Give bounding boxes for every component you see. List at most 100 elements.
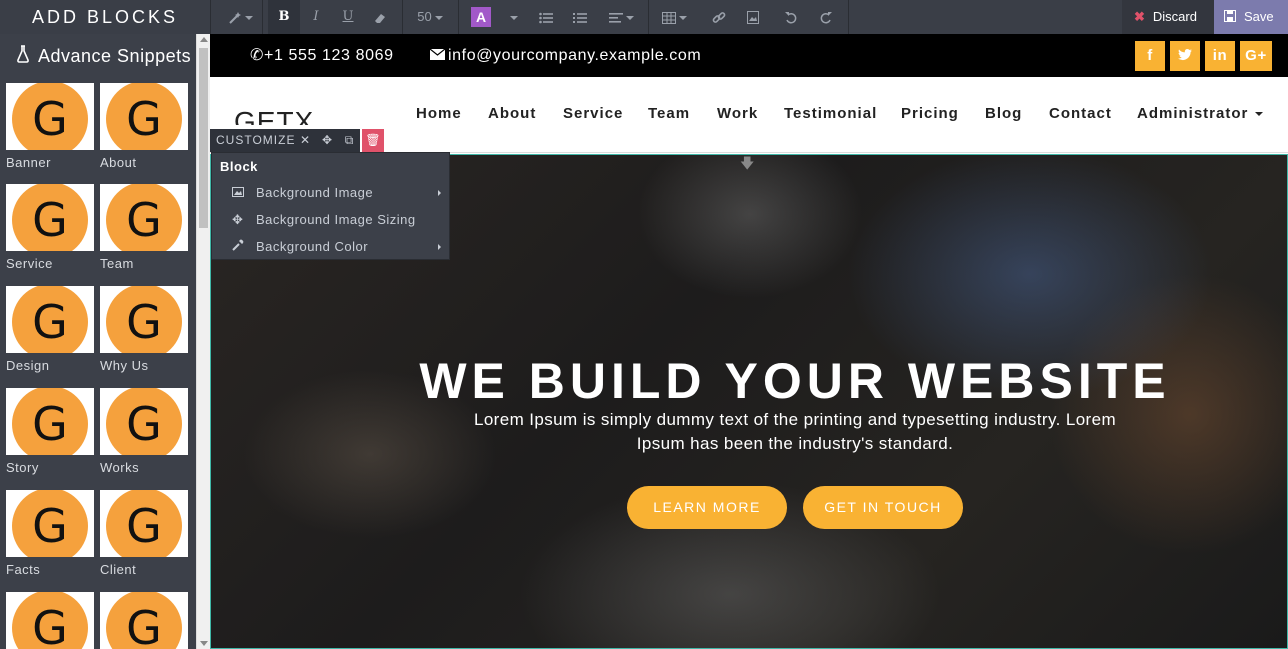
snippet-thumbnail: G (6, 490, 94, 557)
snippet-logo-icon: G (106, 286, 182, 353)
image-button[interactable] (742, 0, 764, 34)
italic-button[interactable]: I (300, 0, 332, 34)
snippet-thumbnail: G (100, 388, 188, 455)
nav-pricing[interactable]: Pricing (901, 105, 959, 122)
trash-icon[interactable]: 🗑 (362, 129, 384, 152)
picture-icon (232, 179, 244, 206)
facebook-icon[interactable]: f (1135, 41, 1165, 71)
close-icon[interactable]: ✕ (294, 129, 316, 152)
snippet-tile-service[interactable]: G Service (6, 184, 94, 272)
redo-icon (820, 12, 832, 24)
linkedin-icon[interactable]: in (1205, 41, 1235, 71)
snippet-tile-about[interactable]: G About (100, 83, 188, 171)
nav-work[interactable]: Work (717, 105, 758, 122)
nav-administrator[interactable]: Administrator (1137, 105, 1264, 122)
snippet-tile-design[interactable]: G Design (6, 286, 94, 374)
snippet-logo-icon: G (12, 83, 88, 150)
nav-team[interactable]: Team (648, 105, 690, 122)
snippet-logo-icon: G (106, 592, 182, 649)
snippet-tile-client[interactable]: G Client (100, 490, 188, 578)
nav-home[interactable]: Home (416, 105, 462, 122)
google-plus-icon[interactable]: G+ (1240, 41, 1272, 71)
duplicate-icon[interactable]: ⧉ (338, 129, 360, 152)
twitter-icon[interactable] (1170, 41, 1200, 71)
snippet-thumbnail: G (6, 592, 94, 649)
eraser-button[interactable] (364, 0, 396, 34)
move-icon[interactable]: ✥ (316, 129, 338, 152)
menu-item-background-image-sizing[interactable]: ✥ Background Image Sizing (212, 206, 449, 233)
site-logo[interactable]: GETX (234, 105, 314, 125)
customize-menu: Block Background Image ✥ Background Imag… (211, 152, 450, 260)
learn-more-button[interactable]: LEARN MORE (627, 486, 787, 529)
phone-info: ✆+1 555 123 8069 (250, 47, 394, 64)
snippet-tile[interactable]: G (6, 592, 94, 649)
snippet-label: Client (100, 562, 137, 577)
nav-contact[interactable]: Contact (1049, 105, 1112, 122)
snippet-label: Team (100, 256, 134, 271)
magic-wand-icon (228, 11, 241, 24)
unordered-list-button[interactable] (534, 0, 558, 34)
customize-button[interactable]: CUSTOMIZE (210, 129, 296, 152)
redo-button[interactable] (814, 0, 836, 34)
snippet-label: Banner (6, 155, 51, 170)
snippet-thumbnail: G (6, 286, 94, 353)
scrollbar-thumb[interactable] (199, 48, 208, 228)
snippet-label: Works (100, 460, 140, 475)
font-size-dropdown[interactable]: 50 (408, 0, 452, 34)
snippet-label: Service (6, 256, 53, 271)
snippet-tile-why-us[interactable]: G Why Us (100, 286, 188, 374)
bullet-list-icon (539, 12, 553, 23)
underline-button[interactable]: U (332, 0, 364, 34)
save-label: Save (1244, 9, 1274, 24)
undo-button[interactable] (780, 0, 802, 34)
menu-item-background-color[interactable]: Background Color (212, 233, 449, 260)
phone-icon: ✆ (250, 47, 265, 64)
hero-title: WE BUILD YOUR WEBSITE (419, 353, 1171, 409)
toolbar-divider (458, 0, 459, 34)
scroll-up-icon[interactable] (200, 37, 208, 42)
nav-testimonial[interactable]: Testimonial (784, 105, 877, 122)
toolbar-divider (648, 0, 649, 34)
text-color-icon: A (471, 7, 491, 27)
align-left-icon (608, 12, 623, 23)
snippet-label: Story (6, 460, 39, 475)
numbered-list-icon (573, 12, 587, 23)
ordered-list-button[interactable] (568, 0, 592, 34)
snippet-tile-team[interactable]: G Team (100, 184, 188, 272)
toolbar-divider (262, 0, 263, 34)
panel-scrollbar[interactable] (196, 34, 210, 649)
text-color-button[interactable]: A (470, 0, 492, 34)
snippet-tile-banner[interactable]: G Banner (6, 83, 94, 171)
snippet-logo-icon: G (12, 286, 88, 353)
get-in-touch-button[interactable]: GET IN TOUCH (803, 486, 963, 529)
scroll-down-icon[interactable] (200, 641, 208, 646)
snippet-tile-story[interactable]: G Story (6, 388, 94, 476)
font-size-value: 50 (417, 9, 432, 24)
editor-toolbar: ADD BLOCKS B I U 50 A ✖ Discard Save (0, 0, 1288, 34)
menu-item-background-image[interactable]: Background Image (212, 179, 449, 206)
chevron-right-icon (438, 190, 441, 196)
snippet-thumbnail: G (100, 83, 188, 150)
nav-about[interactable]: About (488, 105, 536, 122)
envelope-icon (429, 47, 448, 64)
snippet-tile[interactable]: G (100, 592, 188, 649)
snippet-tile-works[interactable]: G Works (100, 388, 188, 476)
nav-service[interactable]: Service (563, 105, 623, 122)
chevron-right-icon (438, 244, 441, 250)
magic-wand-dropdown[interactable] (224, 0, 256, 34)
panel-title: Advance Snippets (0, 34, 196, 78)
snippet-tile-facts[interactable]: G Facts (6, 490, 94, 578)
text-color-dropdown[interactable] (500, 0, 524, 34)
discard-label: Discard (1152, 9, 1197, 24)
menu-header: Block (220, 159, 258, 174)
table-dropdown[interactable] (658, 0, 690, 34)
snippet-label: About (100, 155, 137, 170)
discard-button[interactable]: ✖ Discard (1122, 0, 1214, 34)
align-dropdown[interactable] (604, 0, 638, 34)
snippet-thumbnail: G (6, 83, 94, 150)
drop-arrow-icon: 🡇 (740, 155, 755, 171)
link-button[interactable] (708, 0, 730, 34)
save-button[interactable]: Save (1214, 0, 1288, 34)
bold-button[interactable]: B (268, 0, 300, 34)
nav-blog[interactable]: Blog (985, 105, 1022, 122)
